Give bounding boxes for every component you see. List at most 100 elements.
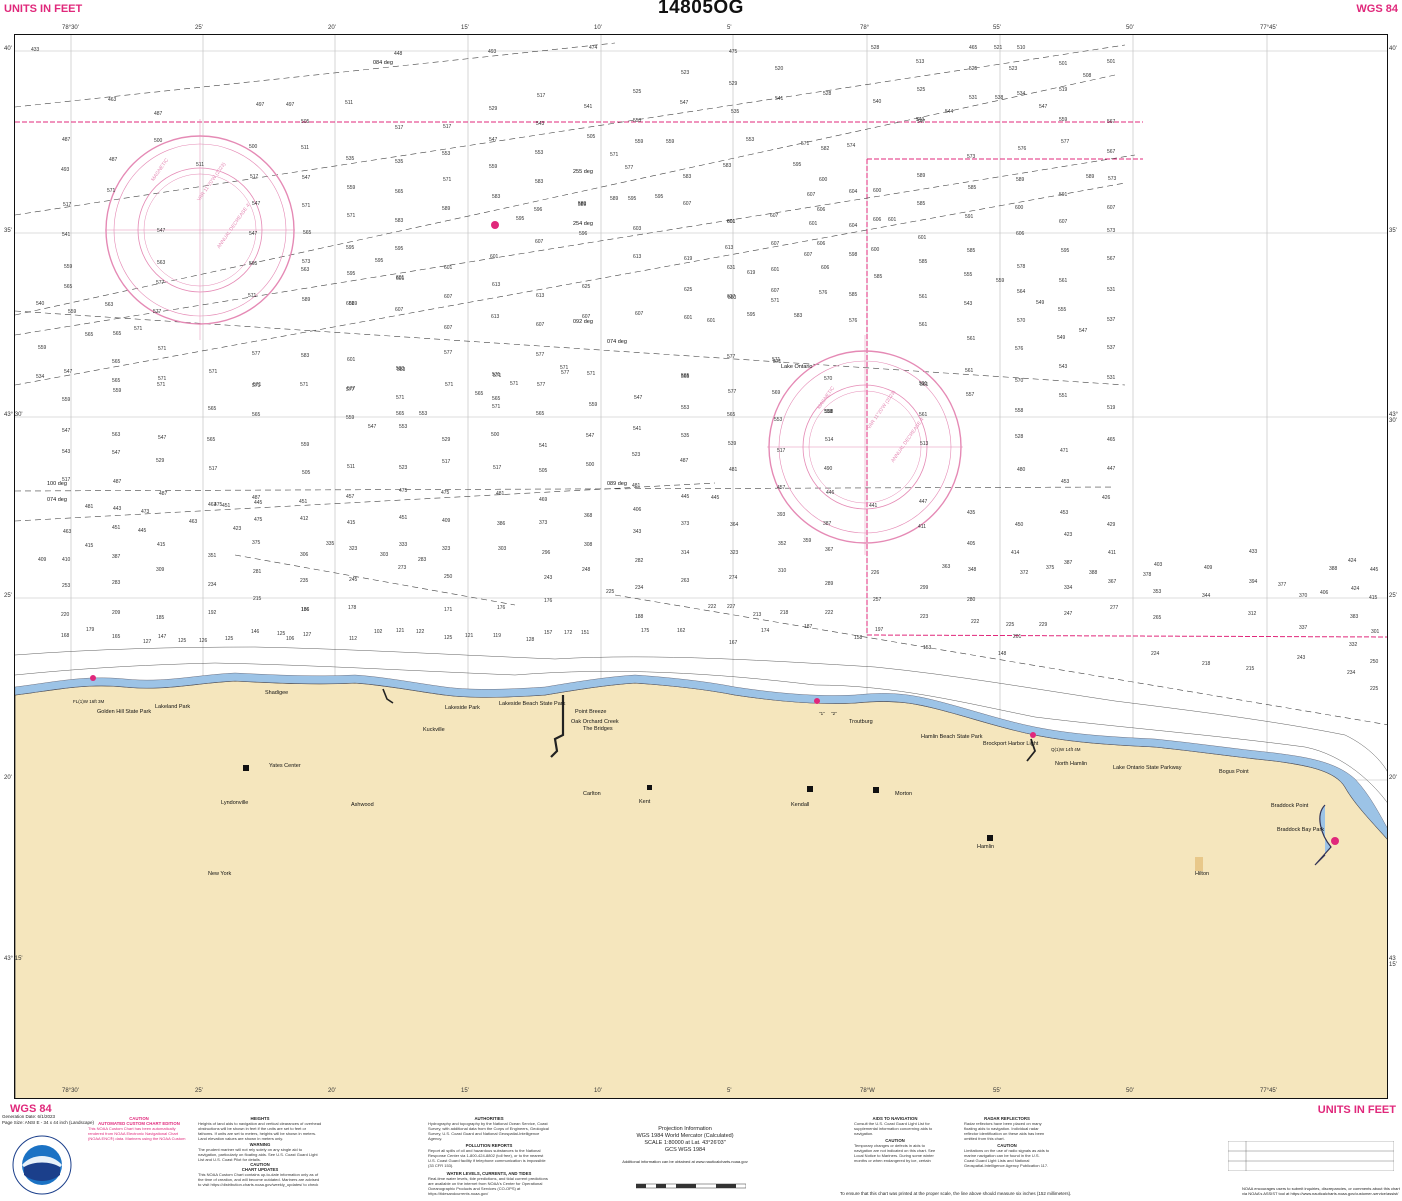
sounding: 463: [108, 97, 117, 103]
sounding: 209: [112, 610, 121, 616]
projection-line-2: SCALE 1:80000 at Lat. 43°26'03": [644, 1140, 726, 1146]
sounding: 577: [252, 351, 261, 357]
sounding: 176: [497, 605, 506, 611]
sounding: 451: [112, 525, 121, 531]
sounding: 547: [252, 201, 261, 207]
sounding: 481: [496, 491, 505, 497]
sounding: 487: [109, 157, 118, 163]
sounding: 424: [1348, 558, 1357, 564]
sounding: 565: [112, 378, 121, 384]
sounding: 547: [586, 433, 595, 439]
sounding: 531: [1107, 287, 1116, 293]
sounding: 435: [967, 510, 976, 516]
sounding: 601: [396, 276, 405, 282]
page-size: Page Size: ANSI E - 34 x 44 inch (Landsc…: [2, 1119, 95, 1125]
sounding: 601: [727, 219, 736, 225]
sounding: 377: [1278, 582, 1287, 588]
sounding: 540: [873, 99, 882, 105]
sounding: 457: [346, 494, 355, 500]
sounding: 514: [825, 437, 834, 443]
sounding: 165: [112, 634, 121, 640]
sounding: 535: [731, 109, 740, 115]
sounding: 571: [801, 141, 810, 147]
sounding: 606: [817, 241, 826, 247]
sounding: 375: [1046, 565, 1055, 571]
sounding: 607: [771, 288, 780, 294]
sounding: 577: [1061, 139, 1070, 145]
lon-label-top: 15': [461, 25, 469, 31]
sounding: 570: [1017, 318, 1026, 324]
sounding: 218: [1202, 661, 1211, 667]
sounding: 487: [113, 479, 122, 485]
sounding: 601: [771, 267, 780, 273]
sounding: 553: [681, 405, 690, 411]
sounding: 234: [635, 585, 644, 591]
scale-disclaimer: To ensure that this chart was printed at…: [840, 1191, 1072, 1196]
place-label: Kuckville: [423, 727, 445, 733]
sounding: 577: [156, 280, 165, 286]
sounding: 265: [1153, 615, 1162, 621]
sounding: 535: [681, 433, 690, 439]
sounding: 415: [157, 542, 166, 548]
sounding: 607: [444, 325, 453, 331]
sounding: 511: [196, 162, 204, 168]
sounding: 547: [157, 228, 166, 234]
sounding: 364: [730, 522, 739, 528]
lat-label-left: 43° 30': [4, 412, 23, 418]
sounding: 126: [199, 638, 208, 644]
sounding: 218: [780, 610, 789, 616]
chart-note: AUTHORITIES Hydrography and topography by…: [428, 1116, 550, 1141]
sounding: 386: [497, 521, 506, 527]
sounding: 147: [158, 634, 167, 640]
sounding: 577: [728, 389, 737, 395]
sounding: 323: [349, 546, 358, 552]
place-label: Brockport Harbor Light: [983, 741, 1039, 747]
sounding: 383: [1350, 614, 1359, 620]
sounding: 571: [560, 365, 569, 371]
lat-label-right: 35': [1389, 228, 1397, 234]
sounding: 583: [683, 174, 692, 180]
sounding: 563: [157, 260, 166, 266]
sounding: 601: [490, 254, 499, 260]
sounding: 558: [1015, 408, 1024, 414]
sounding: 511: [345, 100, 353, 106]
sounding: 375: [252, 540, 261, 546]
sounding: 563: [105, 302, 114, 308]
lon-label-bottom: 78°30': [62, 1088, 79, 1094]
sounding: 243: [544, 575, 553, 581]
chart-note: CAUTION Limitations on the use of radio s…: [964, 1143, 1050, 1169]
sounding: 571: [134, 326, 143, 332]
sounding: 600: [871, 247, 880, 253]
sounding: 333: [399, 542, 408, 548]
sounding: 415: [347, 520, 356, 526]
sounding: 549: [1036, 300, 1045, 306]
sounding: 122: [416, 629, 425, 635]
sounding: 453: [1061, 479, 1070, 485]
sounding: 411: [918, 524, 926, 530]
sounding: 344: [1202, 593, 1211, 599]
sounding: 573: [1107, 228, 1116, 234]
sounding: 406: [633, 507, 642, 513]
sounding: 601: [347, 357, 356, 363]
sounding: 157: [544, 630, 553, 636]
sounding: 571: [158, 346, 167, 352]
sounding: 577: [536, 352, 545, 358]
sounding: 497: [286, 102, 295, 108]
sounding: 513: [916, 59, 925, 65]
lon-label-bottom: 10': [594, 1088, 602, 1094]
sounding: 559: [635, 139, 644, 145]
sounding: 213: [753, 612, 762, 618]
lon-label-top: 10': [594, 25, 602, 31]
sounding: 528: [823, 91, 832, 97]
sounding: 423: [233, 526, 242, 532]
sounding: 619: [747, 270, 756, 276]
nautical-chart-map[interactable]: 433 448 493 474 475 528 465 521 510 463 487 497 497 5…: [14, 34, 1388, 1099]
lon-label-top: 25': [195, 25, 203, 31]
lon-label-top: 5': [727, 25, 732, 31]
sounding: 102: [374, 629, 383, 635]
sounding: 447: [919, 499, 928, 505]
sounding: 544: [945, 109, 954, 115]
sounding: 299: [920, 585, 929, 591]
sounding: 589: [1016, 177, 1025, 183]
sounding: 296: [542, 550, 551, 556]
